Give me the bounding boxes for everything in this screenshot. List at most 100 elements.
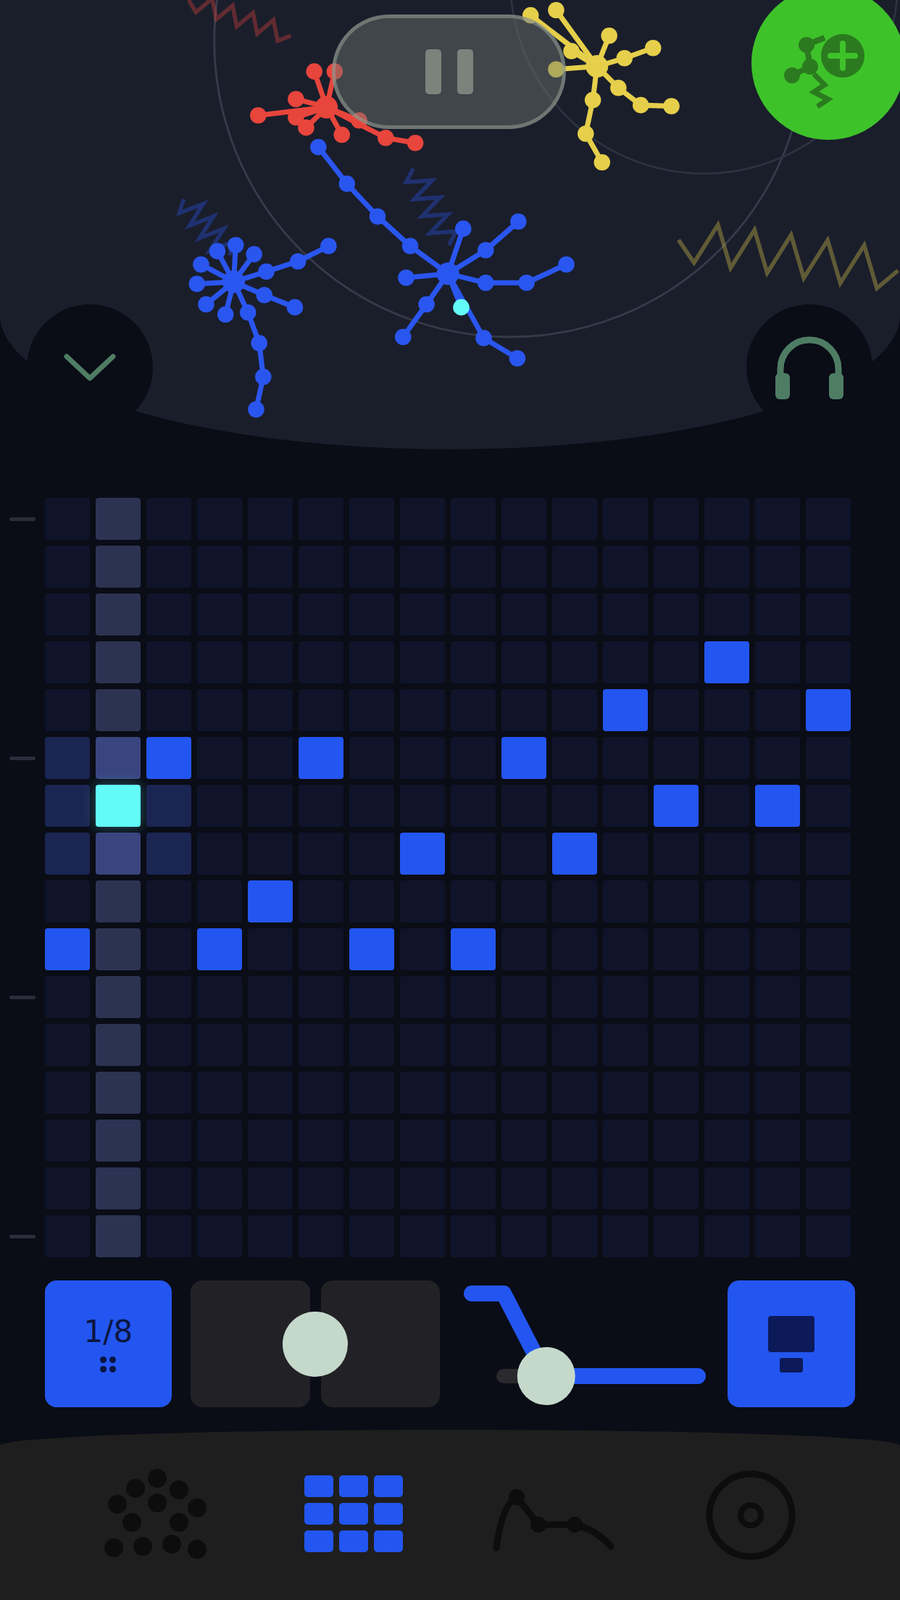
grid-cell[interactable] xyxy=(552,1071,598,1114)
grid-cell[interactable] xyxy=(653,784,699,827)
headphones-button[interactable] xyxy=(746,304,873,431)
grid-cell[interactable] xyxy=(247,976,293,1019)
grid-cell[interactable] xyxy=(349,832,395,875)
graph-node[interactable] xyxy=(475,329,493,347)
grid-cell[interactable] xyxy=(602,593,648,636)
grid-cell[interactable] xyxy=(247,1071,293,1114)
grid-cell[interactable] xyxy=(450,1215,496,1258)
graph-node[interactable] xyxy=(197,296,215,314)
grid-cell[interactable] xyxy=(653,545,699,588)
grid-cell[interactable] xyxy=(805,976,851,1019)
grid-cell[interactable] xyxy=(44,593,90,636)
grid-cell[interactable] xyxy=(146,545,192,588)
grid-cell[interactable] xyxy=(349,1119,395,1162)
grid-cell[interactable] xyxy=(197,976,243,1019)
grid-cell[interactable] xyxy=(247,1215,293,1258)
envelope-knob[interactable] xyxy=(517,1347,576,1406)
grid-cell[interactable] xyxy=(602,1167,648,1210)
grid-cell[interactable] xyxy=(805,832,851,875)
graph-node[interactable] xyxy=(644,39,662,57)
grid-cell[interactable] xyxy=(501,1119,547,1162)
grid-cell[interactable] xyxy=(247,928,293,971)
graph-node[interactable] xyxy=(377,129,395,147)
grid-cell[interactable] xyxy=(44,736,90,779)
grid-cell[interactable] xyxy=(95,976,141,1019)
grid-cell[interactable] xyxy=(704,1023,750,1066)
grid-cell[interactable] xyxy=(552,1023,598,1066)
grid-cell[interactable] xyxy=(197,1215,243,1258)
grid-cell[interactable] xyxy=(602,1119,648,1162)
grid-cell[interactable] xyxy=(247,1119,293,1162)
grid-cell[interactable] xyxy=(552,593,598,636)
graph-node[interactable] xyxy=(227,236,245,254)
graph-node[interactable] xyxy=(333,126,350,144)
grid-cell[interactable] xyxy=(95,1071,141,1114)
grid-cell[interactable] xyxy=(450,1119,496,1162)
grid-cell[interactable] xyxy=(704,784,750,827)
grid-cell[interactable] xyxy=(602,1215,648,1258)
grid-cell[interactable] xyxy=(247,1023,293,1066)
grid-cell[interactable] xyxy=(450,1167,496,1210)
grid-cell[interactable] xyxy=(95,832,141,875)
grid-cell[interactable] xyxy=(44,832,90,875)
graph-node[interactable] xyxy=(477,274,495,292)
graph-node[interactable] xyxy=(509,350,527,367)
nav-tab[interactable] xyxy=(480,1457,626,1574)
grid-cell[interactable] xyxy=(95,784,141,827)
grid-cell[interactable] xyxy=(653,593,699,636)
grid-cell[interactable] xyxy=(755,736,800,779)
grid-cell[interactable] xyxy=(450,689,496,732)
grid-cell[interactable] xyxy=(44,784,90,827)
grid-cell[interactable] xyxy=(197,497,243,540)
grid-cell[interactable] xyxy=(755,1215,800,1258)
grid-cell[interactable] xyxy=(552,1119,598,1162)
grid-cell[interactable] xyxy=(400,641,445,684)
grid-cell[interactable] xyxy=(704,832,750,875)
grid-cell[interactable] xyxy=(247,880,293,923)
grid-cell[interactable] xyxy=(704,880,750,923)
grid-cell[interactable] xyxy=(146,593,192,636)
grid-cell[interactable] xyxy=(704,689,750,732)
nav-tab[interactable] xyxy=(84,1457,230,1574)
grid-cell[interactable] xyxy=(704,1071,750,1114)
grid-cell[interactable] xyxy=(44,1023,90,1066)
graph-node[interactable] xyxy=(610,79,627,97)
graph-node[interactable] xyxy=(287,109,305,127)
rate-button[interactable]: 1/8 xyxy=(44,1280,172,1408)
grid-cell[interactable] xyxy=(653,1023,699,1066)
grid-cell[interactable] xyxy=(197,880,243,923)
grid-cell[interactable] xyxy=(95,1215,141,1258)
grid-cell[interactable] xyxy=(298,497,344,540)
grid-cell[interactable] xyxy=(501,497,547,540)
grid-cell[interactable] xyxy=(805,928,851,971)
grid-cell[interactable] xyxy=(501,593,547,636)
grid-cell[interactable] xyxy=(704,736,750,779)
grid-cell[interactable] xyxy=(298,1215,344,1258)
add-instrument-button[interactable] xyxy=(751,0,900,140)
toggle-knob[interactable] xyxy=(282,1311,348,1377)
instrument-graph[interactable] xyxy=(522,2,898,289)
grid-cell[interactable] xyxy=(755,1119,800,1162)
grid-cell[interactable] xyxy=(805,1167,851,1210)
grid-cell[interactable] xyxy=(400,1023,445,1066)
grid-cell[interactable] xyxy=(95,689,141,732)
grid-cell[interactable] xyxy=(298,689,344,732)
graph-node[interactable] xyxy=(397,269,415,287)
grid-cell[interactable] xyxy=(552,1215,598,1258)
grid-cell[interactable] xyxy=(349,976,395,1019)
grid-cell[interactable] xyxy=(602,976,648,1019)
graph-node[interactable] xyxy=(407,134,424,152)
grid-cell[interactable] xyxy=(44,689,90,732)
grid-cell[interactable] xyxy=(400,497,445,540)
graph-node[interactable] xyxy=(320,237,337,255)
grid-cell[interactable] xyxy=(755,1167,800,1210)
grid-cell[interactable] xyxy=(653,1167,699,1210)
grid-cell[interactable] xyxy=(349,593,395,636)
grid-cell[interactable] xyxy=(95,1167,141,1210)
grid-cell[interactable] xyxy=(400,593,445,636)
grid-cell[interactable] xyxy=(44,976,90,1019)
grid-cell[interactable] xyxy=(653,832,699,875)
grid-cell[interactable] xyxy=(552,928,598,971)
grid-cell[interactable] xyxy=(400,784,445,827)
grid-cell[interactable] xyxy=(146,784,192,827)
